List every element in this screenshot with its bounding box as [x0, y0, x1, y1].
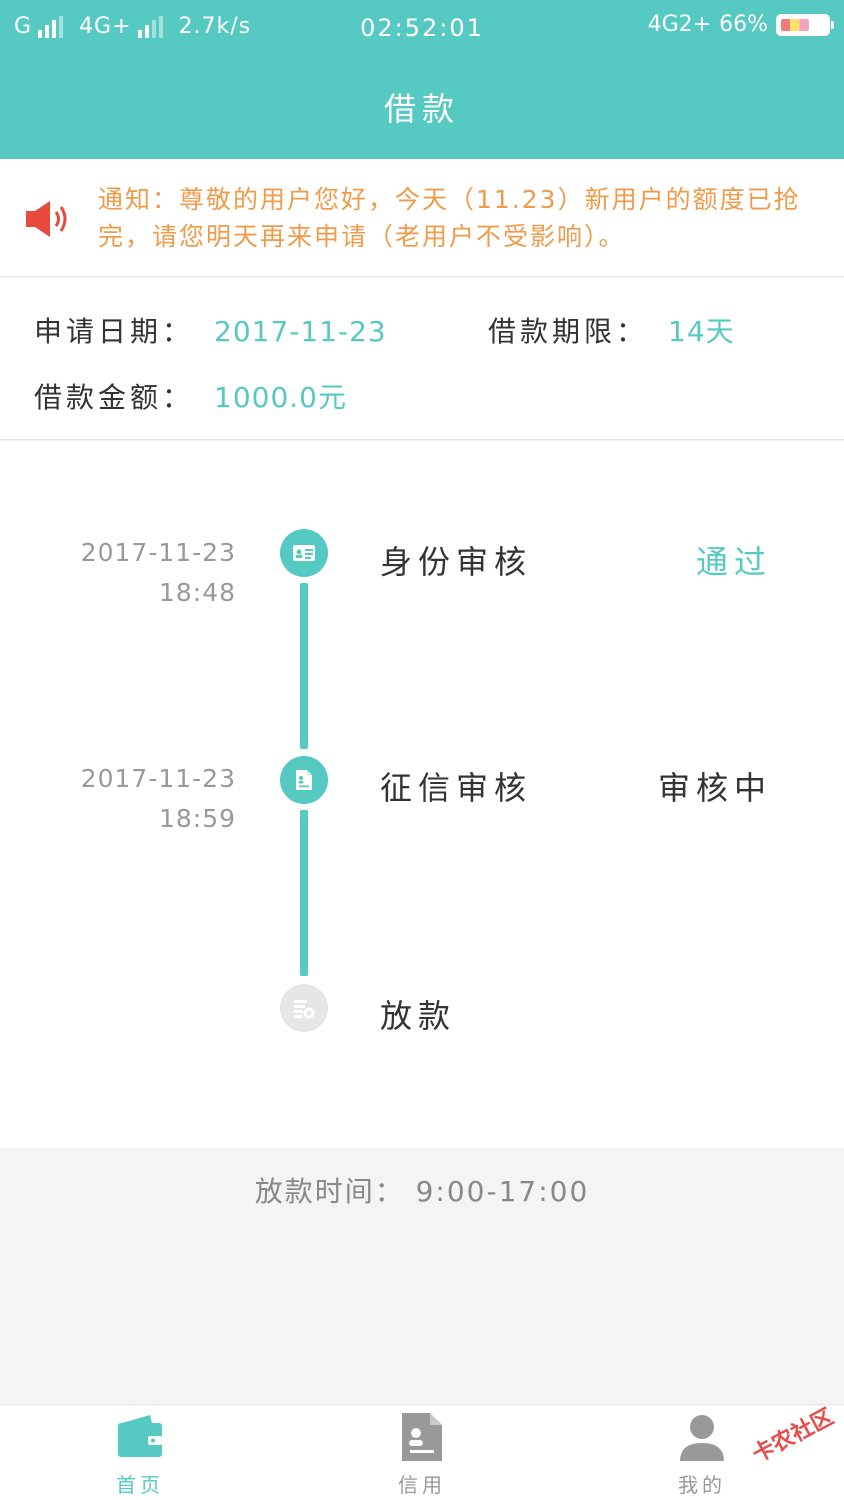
disburse-time: 放款时间： 9:00-17:00: [254, 1175, 590, 1208]
apply-date-row: 申请日期： 2017-11-23: [34, 310, 387, 350]
bottom-nav: 首页 信用 我的: [0, 1404, 844, 1500]
step-1-time: 18:48: [158, 578, 236, 607]
battery-percent: 66%: [719, 12, 768, 37]
step-2-time: 18:59: [158, 804, 236, 833]
step-2-label: 征信审核: [380, 769, 533, 807]
speaker-icon: [26, 201, 67, 237]
amount-label: 借款金额：: [34, 381, 195, 414]
nav-home-label: 首页: [116, 1473, 164, 1497]
notice-text: 通知：尊敬的用户您好，今天（11.23）新用户的额度已抢完，请您明天再来申请（老…: [98, 185, 801, 251]
step-2-datetime: 2017-11-23 18:59: [81, 759, 236, 839]
step-1-node: [280, 529, 328, 577]
battery-icon: [776, 13, 834, 36]
step-2-date: 2017-11-23: [80, 764, 236, 793]
term-row: 借款期限： 14天: [488, 310, 735, 350]
wallet-icon: [118, 1415, 162, 1457]
apply-date-label: 申请日期：: [34, 315, 195, 348]
status-bar: G 4G+ 2.7k/s 02:52:01 4G2+ 66%: [0, 0, 844, 56]
term-label: 借款期限：: [488, 315, 649, 348]
id-card-icon: [293, 545, 315, 561]
step-3-node: [280, 984, 328, 1032]
step-1-status: 通过: [695, 543, 772, 581]
step-1-date: 2017-11-23: [80, 538, 236, 567]
timeline-connector-2: [300, 810, 308, 976]
step-2-status: 审核中: [657, 769, 772, 807]
credit-doc-icon: [402, 1413, 442, 1461]
step-3-label: 放款: [380, 997, 457, 1035]
status-right: 4G2+ 66%: [647, 12, 834, 37]
amount-row: 借款金额： 1000.0元: [34, 376, 347, 416]
page-title: 借款: [383, 90, 460, 128]
step-2-node: [280, 756, 328, 804]
user-icon: [680, 1415, 724, 1461]
nav-credit-label: 信用: [398, 1473, 446, 1497]
nav-mine[interactable]: 我的: [642, 1411, 762, 1498]
nav-credit[interactable]: 信用: [362, 1411, 482, 1498]
top-bar: G 4G+ 2.7k/s 02:52:01 4G2+ 66% 借款: [0, 0, 844, 159]
loan-info: 申请日期： 2017-11-23 借款期限： 14天 借款金额： 1000.0元: [0, 278, 844, 440]
notice-banner: 通知：尊敬的用户您好，今天（11.23）新用户的额度已抢完，请您明天再来申请（老…: [0, 159, 844, 277]
money-list-icon: [294, 1000, 315, 1019]
nav-mine-label: 我的: [678, 1473, 726, 1497]
network-type: 4G2+: [647, 12, 712, 37]
credit-report-icon: [296, 770, 312, 790]
apply-date-value: 2017-11-23: [214, 315, 387, 348]
amount-value: 1000.0元: [214, 381, 347, 414]
timeline-connector-1: [300, 583, 308, 749]
step-1-label: 身份审核: [380, 543, 533, 581]
nav-home[interactable]: 首页: [80, 1411, 200, 1498]
step-1-datetime: 2017-11-23 18:48: [81, 533, 236, 613]
term-value: 14天: [668, 315, 735, 348]
review-timeline: 2017-11-23 18:48 身份审核 通过 2017-11-23 18:5…: [0, 441, 844, 1148]
